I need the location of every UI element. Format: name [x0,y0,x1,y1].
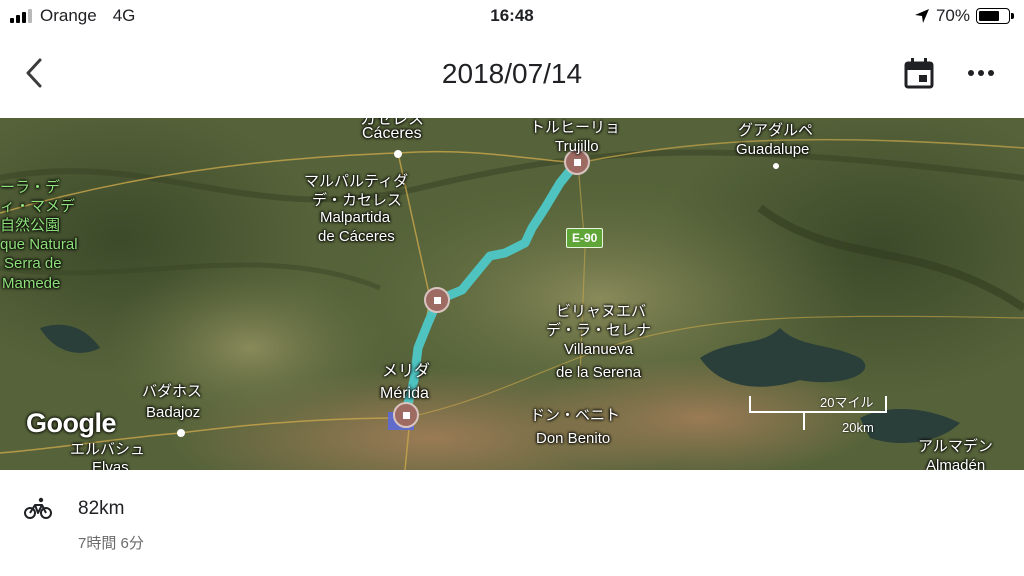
label-caceres: Cáceres [362,125,422,142]
label-park-1: que Natural [0,236,78,253]
page-title: 2018/07/14 [441,58,583,89]
route-marker-merida[interactable] [393,402,419,428]
label-villanueva-1: Villanueva [564,341,633,358]
status-bar: Orange 4G 16:48 70% [0,0,1024,34]
label-malpartida-ja-1: マルパルティダ [304,173,409,190]
label-malpartida-1: Malpartida [320,209,391,226]
label-park-ja-1: ーラ・デ [0,179,61,196]
app-bar: 2018/07/14 [0,34,1024,118]
activity-summary[interactable]: 82km 7時間 6分 [0,470,1024,576]
label-park-ja-2: ィ・マメデ [0,198,76,215]
label-almaden: Almadén [926,457,986,470]
label-donbenito: Don Benito [536,430,611,447]
label-villanueva-ja-2: デ・ラ・セレナ [546,322,652,339]
battery-icon [976,8,1014,24]
label-park-ja-3: 自然公園 [0,217,61,234]
bicycle-icon [24,497,52,519]
label-malpartida-2: de Cáceres [318,228,395,245]
clock: 16:48 [490,6,534,25]
route-marker-midpoint[interactable] [424,287,450,313]
location-arrow-icon [914,9,929,23]
label-almaden-ja: アルマデン [918,438,993,455]
label-elvas: Elvas [92,459,129,470]
status-right: 70% [914,6,1014,26]
scale-miles: 20マイル [820,395,874,410]
more-horizontal-icon [968,70,994,76]
label-elvas-ja: エルバシュ [70,441,146,458]
label-donbenito-ja: ドン・ベニト [530,407,621,424]
label-park-3: Mamede [2,275,61,292]
label-villanueva-ja-1: ビリャヌエバ [556,303,647,320]
calendar-button[interactable] [902,56,936,90]
google-logo: Google [26,408,117,438]
route-map[interactable]: カセレス Cáceres トルヒーリョ Trujillo グアダルペ Guada… [0,118,1024,470]
label-park-2: Serra de [4,255,62,272]
label-merida: Mérida [380,385,429,402]
label-guadalupe: Guadalupe [736,141,810,158]
label-trujillo-ja: トルヒーリョ [530,119,621,136]
activity-distance: 82km [78,498,125,519]
more-options-button[interactable] [964,56,998,90]
label-guadalupe-ja: グアダルペ [738,122,814,139]
label-badajoz: Badajoz [146,404,201,421]
label-villanueva-2: de la Serena [556,364,642,381]
label-badajoz-ja: バダホス [142,383,203,400]
battery-percent: 70% [935,6,970,25]
scale-km: 20km [842,420,874,435]
label-trujillo: Trujillo [555,138,599,155]
activity-duration: 7時間 6分 [78,535,144,552]
road-shield-e90: E-90 [566,228,604,248]
label-merida-ja: メリダ [382,363,431,380]
calendar-icon [904,58,934,89]
